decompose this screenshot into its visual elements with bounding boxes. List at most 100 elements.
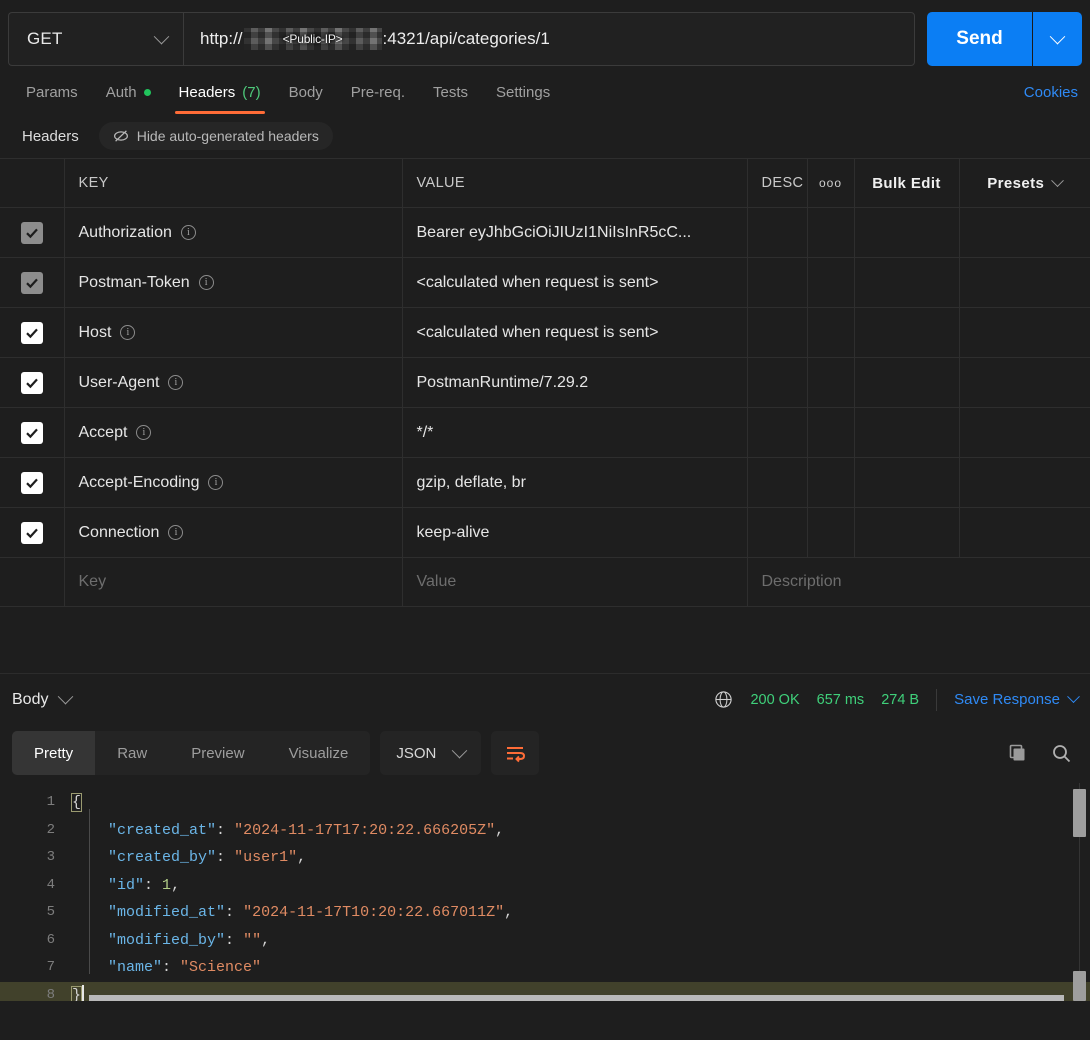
header-row-spacer-1	[807, 457, 855, 508]
header-description-cell[interactable]	[747, 407, 808, 458]
ellipsis-icon: ooo	[818, 176, 843, 190]
request-tab-settings[interactable]: Settings	[482, 84, 564, 114]
globe-icon	[715, 691, 733, 708]
header-value-cell[interactable]: gzip, deflate, br	[402, 457, 748, 508]
header-value-cell[interactable]: PostmanRuntime/7.29.2	[402, 357, 748, 408]
response-view-tab-preview[interactable]: Preview	[169, 731, 266, 775]
request-tab-headers[interactable]: Headers (7)	[165, 84, 275, 114]
header-description-cell[interactable]	[747, 457, 808, 508]
response-format-dropdown[interactable]: JSON	[380, 731, 482, 775]
send-options-button[interactable]	[1032, 12, 1082, 66]
copy-icon[interactable]	[1008, 743, 1029, 764]
header-col-checkbox	[0, 158, 65, 208]
header-description-cell[interactable]	[747, 357, 808, 408]
code-token: "Science"	[180, 959, 262, 976]
header-key-cell[interactable]: Accept i	[64, 407, 403, 458]
request-tab-prereq[interactable]: Pre-req.	[337, 84, 419, 114]
send-button[interactable]: Send	[927, 12, 1032, 66]
header-row-spacer-1	[807, 257, 855, 308]
info-icon[interactable]: i	[180, 225, 196, 240]
header-row-spacer-1	[807, 207, 855, 258]
presets-dropdown[interactable]: Presets	[959, 158, 1090, 208]
new-row-key-cell[interactable]: Key	[64, 557, 403, 607]
header-row-checkbox-cell	[0, 507, 65, 558]
code-token: :	[225, 931, 244, 949]
vertical-scrollbar-thumb[interactable]	[1073, 789, 1086, 837]
header-enabled-checkbox[interactable]	[20, 321, 43, 344]
info-icon[interactable]: i	[136, 425, 152, 440]
url-text: http:// <Public-IP>:4321/api/categories/1	[200, 28, 550, 50]
header-col-key: KEY	[64, 158, 403, 208]
header-more-options-button[interactable]: ooo	[807, 158, 855, 208]
chevron-down-icon	[452, 742, 468, 758]
header-key-cell[interactable]: Host i	[64, 307, 403, 358]
header-enabled-checkbox[interactable]	[20, 271, 43, 294]
header-row-checkbox-cell	[0, 357, 65, 408]
info-icon[interactable]: i	[168, 375, 184, 390]
request-tab-label: Body	[288, 84, 323, 101]
check-icon	[25, 528, 38, 538]
header-enabled-checkbox[interactable]	[20, 471, 43, 494]
table-row: Connection i keep-alive	[0, 507, 1090, 558]
header-value-cell[interactable]: keep-alive	[402, 507, 748, 558]
header-description-cell[interactable]	[747, 207, 808, 258]
header-description-cell[interactable]	[747, 257, 808, 308]
check-icon	[25, 328, 38, 338]
header-description-cell[interactable]	[747, 507, 808, 558]
response-view-tab-visualize[interactable]: Visualize	[267, 731, 371, 775]
new-row-description-cell[interactable]: Description	[747, 557, 1090, 607]
line-number: 5	[46, 904, 55, 920]
header-key-cell[interactable]: Authorization i	[64, 207, 403, 258]
header-enabled-checkbox[interactable]	[20, 371, 43, 394]
header-key-cell[interactable]: Connection i	[64, 507, 403, 558]
request-tab-params[interactable]: Params	[12, 84, 92, 114]
request-tab-auth[interactable]: Auth	[92, 84, 165, 114]
url-input[interactable]: http:// <Public-IP>:4321/api/categories/1	[183, 12, 915, 66]
code-token: ,	[261, 931, 271, 949]
search-icon[interactable]	[1051, 743, 1072, 764]
info-icon[interactable]: i	[198, 275, 214, 290]
request-tab-body[interactable]: Body	[275, 84, 337, 114]
header-key-cell[interactable]: User-Agent i	[64, 357, 403, 408]
code-line-text: {	[70, 789, 83, 817]
header-value-cell[interactable]: */*	[402, 407, 748, 458]
response-view-tab-pretty[interactable]: Pretty	[12, 731, 96, 775]
cookies-link[interactable]: Cookies	[1024, 84, 1078, 101]
hide-auto-generated-headers-button[interactable]: Hide auto-generated headers	[98, 122, 333, 150]
info-icon[interactable]: i	[168, 525, 184, 540]
line-number: 3	[46, 849, 55, 865]
header-key-cell[interactable]: Postman-Token i	[64, 257, 403, 308]
header-description-cell[interactable]	[747, 307, 808, 358]
horizontal-scrollbar-thumb[interactable]	[89, 995, 1064, 1001]
code-token: :	[216, 849, 235, 866]
table-row: Host i <calculated when request is sent>	[0, 307, 1090, 358]
header-value-cell[interactable]: <calculated when request is sent>	[402, 257, 748, 308]
response-status-bar: Body 200 OK 657 ms 274 B Save Response	[0, 673, 1090, 725]
header-value-cell[interactable]: Bearer eyJhbGciOiJIUzI1NiIsInR5cC...	[402, 207, 748, 258]
header-value-text: gzip, deflate, br	[416, 473, 526, 491]
vertical-scrollbar-thumb-secondary[interactable]	[1073, 971, 1086, 1001]
header-col-description: DESC	[747, 158, 808, 208]
http-method-dropdown[interactable]: GET	[8, 12, 183, 66]
header-key-cell[interactable]: Accept-Encoding i	[64, 457, 403, 508]
header-enabled-checkbox[interactable]	[20, 421, 43, 444]
response-body-dropdown[interactable]: Body	[12, 688, 74, 709]
header-enabled-checkbox[interactable]	[20, 521, 43, 544]
info-icon[interactable]: i	[208, 475, 224, 490]
header-key-text: User-Agent	[78, 373, 160, 391]
save-response-button[interactable]: Save Response	[954, 690, 1080, 708]
matching-brace: {	[70, 793, 83, 812]
new-row-value-cell[interactable]: Value	[402, 557, 748, 607]
header-row-checkbox-cell	[0, 457, 65, 508]
code-token: ,	[171, 876, 181, 894]
word-wrap-button[interactable]	[491, 731, 540, 775]
response-body-viewer[interactable]: 1{2 "created_at": "2024-11-17T17:20:22.6…	[0, 783, 1090, 1001]
request-tab-tests[interactable]: Tests	[419, 84, 482, 114]
header-row-checkbox-cell	[0, 207, 65, 258]
info-icon[interactable]: i	[120, 325, 136, 340]
header-value-cell[interactable]: <calculated when request is sent>	[402, 307, 748, 358]
header-enabled-checkbox[interactable]	[20, 221, 43, 244]
bulk-edit-button[interactable]: Bulk Edit	[854, 158, 960, 208]
header-value-text: Bearer eyJhbGciOiJIUzI1NiIsInR5cC...	[416, 223, 692, 241]
response-view-tab-raw[interactable]: Raw	[95, 731, 169, 775]
